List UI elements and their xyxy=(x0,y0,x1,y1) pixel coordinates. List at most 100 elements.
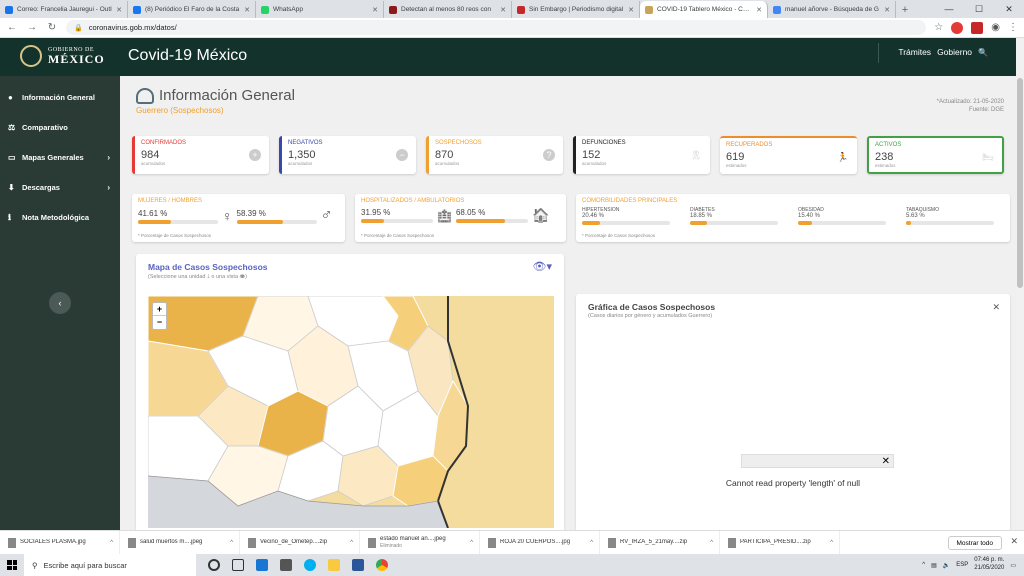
close-tab-icon[interactable]: ✕ xyxy=(500,6,506,14)
url-field[interactable]: 🔒 coronavirus.gob.mx/datos/ xyxy=(66,20,927,35)
sidebar-item[interactable]: ℹ Nota Metodológica xyxy=(0,202,120,232)
kpi-icon: 🏃 xyxy=(837,151,849,162)
taskbar-search[interactable]: ⚲ Escribe aquí para buscar xyxy=(24,554,196,576)
sidebar-item[interactable]: ● Información General xyxy=(0,82,120,112)
download-item[interactable]: estado manuel añ....jpeg Eliminado ^ xyxy=(360,530,480,555)
favicon-icon xyxy=(261,5,269,14)
favicon-icon xyxy=(773,5,781,14)
page-scrollbar[interactable] xyxy=(1016,38,1024,530)
kpi-value: 619 xyxy=(726,151,745,163)
mail-icon[interactable] xyxy=(256,559,268,571)
menu-icon[interactable]: ⋮ xyxy=(1008,22,1018,33)
chevron-up-icon[interactable]: ^ xyxy=(922,562,925,568)
close-tab-icon[interactable]: ✕ xyxy=(372,6,378,14)
close-tab-icon[interactable]: ✕ xyxy=(628,6,634,14)
close-downloads-button[interactable]: ✕ xyxy=(1010,536,1018,547)
browser-tab[interactable]: COVID-19 Tablero México - COVID ✕ xyxy=(640,1,768,18)
reload-button[interactable]: ↻ xyxy=(46,22,58,33)
zoom-out-button[interactable]: − xyxy=(153,316,166,329)
nav-gobierno[interactable]: Gobierno xyxy=(937,47,972,57)
chevron-up-icon[interactable]: ^ xyxy=(350,540,353,546)
sidebar-item-label: Descargas xyxy=(22,182,60,192)
close-panel-button[interactable]: ✕ xyxy=(992,302,1000,313)
file-icon xyxy=(728,537,736,548)
notifications-icon[interactable]: ▭ xyxy=(1010,562,1016,569)
browser-tab[interactable]: Sin Embargo | Periodismo digital ✕ xyxy=(512,1,640,18)
view-selector-icon[interactable]: 👁▾ xyxy=(533,260,553,273)
nav-tramites[interactable]: Trámites xyxy=(898,47,931,57)
gobierno-logo[interactable]: GOBIERNO DE MÉXICO xyxy=(20,45,105,67)
network-icon[interactable]: ▤ xyxy=(931,562,937,569)
download-name: PARTICIPA_PRESID....zip xyxy=(740,538,811,545)
error-close-button[interactable]: ✕ xyxy=(882,455,890,468)
file-icon xyxy=(368,537,376,548)
comorbidity-value: 15.40 % xyxy=(798,213,821,219)
comorbidity-value: 18.85 % xyxy=(690,213,713,219)
profile-icon[interactable]: ◉ xyxy=(991,22,1000,33)
task-view-icon[interactable] xyxy=(232,559,244,571)
collapse-sidebar-button[interactable]: ‹ xyxy=(49,292,71,314)
chevron-up-icon[interactable]: ^ xyxy=(590,540,593,546)
download-item[interactable]: SOCIALES PLASMA.jpg ^ xyxy=(0,530,120,555)
kpi-icon: 🎗 xyxy=(690,149,702,160)
zoom-in-button[interactable]: + xyxy=(153,303,166,316)
map-svg[interactable] xyxy=(148,296,554,528)
url-text: coronavirus.gob.mx/datos/ xyxy=(88,23,177,32)
browser-tab[interactable]: Detectan al menos 80 reos con ✕ xyxy=(384,1,512,18)
start-button[interactable] xyxy=(0,554,24,576)
word-icon[interactable] xyxy=(352,559,364,571)
choropleth-map[interactable]: + − xyxy=(148,296,554,528)
extension-icon-2[interactable] xyxy=(971,21,984,34)
minimize-button[interactable]: — xyxy=(934,0,964,18)
cortana-icon[interactable] xyxy=(208,559,220,571)
explorer-icon[interactable] xyxy=(328,559,340,571)
kpi-icon: + xyxy=(249,149,261,161)
kpi-label: NEGATIVOS xyxy=(288,140,323,146)
chart-subtitle: (Casos diarios por género y acumulados G… xyxy=(588,313,713,319)
chevron-up-icon[interactable]: ^ xyxy=(470,540,473,546)
comorbidities-note: * Porcentaje de Casos Sospechosos xyxy=(582,233,656,238)
chevron-up-icon[interactable]: ^ xyxy=(830,540,833,546)
skype-icon[interactable] xyxy=(304,559,316,571)
maximize-button[interactable]: ☐ xyxy=(964,0,994,18)
clock[interactable]: 07:46 p. m. 21/05/2020 xyxy=(974,557,1004,573)
sidebar-item-label: Mapas Generales xyxy=(22,152,84,162)
sidebar-item[interactable]: ⚖ Comparativo xyxy=(0,112,120,142)
language-indicator[interactable]: ESP xyxy=(956,562,968,568)
extension-icon[interactable] xyxy=(951,21,964,34)
browser-tab[interactable]: (8) Periódico El Faro de la Costa ✕ xyxy=(128,1,256,18)
back-button[interactable]: ← xyxy=(6,22,18,33)
sidebar-item[interactable]: ▭ Mapas Generales › xyxy=(0,142,120,172)
sidebar-item[interactable]: ⬇ Descargas › xyxy=(0,172,120,202)
download-item[interactable]: PARTICIPA_PRESID....zip ^ xyxy=(720,530,840,555)
chrome-icon[interactable] xyxy=(376,559,388,571)
new-tab-button[interactable]: + xyxy=(896,1,914,18)
close-tab-icon[interactable]: ✕ xyxy=(244,6,250,14)
favicon-icon xyxy=(5,5,13,14)
sidebar-item-label: Comparativo xyxy=(22,122,68,132)
search-icon[interactable]: 🔍 xyxy=(978,48,988,57)
chevron-up-icon[interactable]: ^ xyxy=(710,540,713,546)
star-icon[interactable]: ☆ xyxy=(934,22,943,33)
show-all-button[interactable]: Mostrar todo xyxy=(947,536,1002,550)
close-tab-icon[interactable]: ✕ xyxy=(116,6,122,14)
close-tab-icon[interactable]: ✕ xyxy=(756,6,762,14)
download-item[interactable]: ROJA 20 CUERPOS....jpg ^ xyxy=(480,530,600,555)
download-item[interactable]: Vecino_de_Ometep....zip ^ xyxy=(240,530,360,555)
browser-tab[interactable]: WhatsApp ✕ xyxy=(256,1,384,18)
volume-icon[interactable]: 🔈 xyxy=(943,562,950,569)
close-tab-icon[interactable]: ✕ xyxy=(884,6,890,14)
download-item[interactable]: RV_IRZA_5_21may....zip ^ xyxy=(600,530,720,555)
chevron-up-icon[interactable]: ^ xyxy=(230,540,233,546)
chevron-up-icon[interactable]: ^ xyxy=(110,540,113,546)
kpi-card: NEGATIVOS 1,350 acumulados − xyxy=(279,136,416,174)
download-item[interactable]: salud muertos m....jpeg ^ xyxy=(120,530,240,555)
close-window-button[interactable]: ✕ xyxy=(994,0,1024,18)
browser-tab[interactable]: manuel añorve - Búsqueda de G ✕ xyxy=(768,1,896,18)
kpi-sub: acumulados xyxy=(141,161,166,166)
top-nav: Trámites Gobierno 🔍 xyxy=(878,43,988,63)
forward-button[interactable]: → xyxy=(26,22,38,33)
browser-tab[interactable]: Correo: Francelia Jauregui - Outl ✕ xyxy=(0,1,128,18)
store-icon[interactable] xyxy=(280,559,292,571)
logo-line2: MÉXICO xyxy=(48,52,105,66)
